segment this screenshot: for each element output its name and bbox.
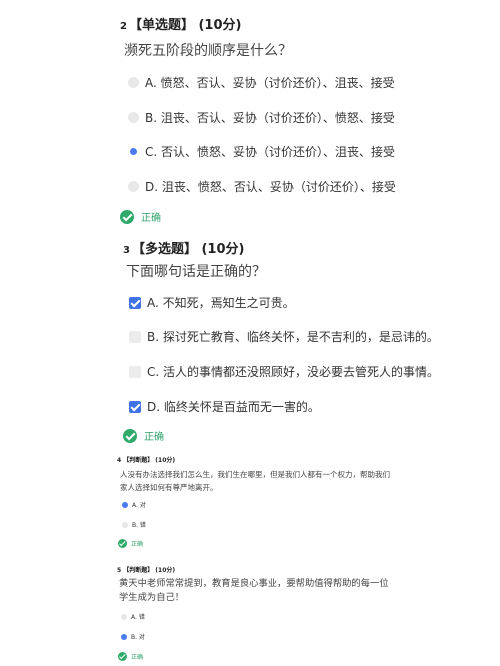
- option-label: D. 临终关怀是百益而无一害的。: [147, 400, 320, 414]
- answer-result: 正确: [123, 428, 164, 443]
- question-title: 黄天中老师常常提到，教育是良心事业，要帮助值得帮助的每一位学生成为自己！: [119, 578, 389, 603]
- option-b[interactable]: B. 对: [121, 632, 145, 641]
- checkbox-icon[interactable]: [129, 365, 141, 378]
- result-label: 正确: [131, 654, 144, 661]
- result-label: 正确: [144, 432, 164, 443]
- option-b[interactable]: B. 沮丧、否认、妥协（讨价还价）、愤怒、接受: [128, 109, 395, 126]
- radio-selected-icon[interactable]: [122, 501, 128, 508]
- result-label: 正确: [141, 213, 161, 224]
- radio-icon[interactable]: [128, 181, 139, 192]
- answer-result: 正确: [120, 209, 161, 224]
- option-a[interactable]: A. 错: [121, 612, 145, 621]
- check-circle-icon: [120, 209, 134, 224]
- radio-icon[interactable]: [128, 112, 139, 123]
- checkbox-icon[interactable]: [129, 330, 141, 343]
- question-type: 【多选题】 (10分): [131, 242, 245, 257]
- option-label: B. 探讨死亡教育、临终关怀，是不吉利的，是忌讳的。: [147, 330, 439, 344]
- answer-result: 正确: [118, 539, 143, 548]
- option-a[interactable]: A. 对: [122, 500, 146, 509]
- question-number: 5: [117, 567, 122, 574]
- option-label: B. 错: [132, 522, 146, 529]
- radio-selected-icon[interactable]: [121, 633, 127, 640]
- question-type: 【单选题】 (10分): [128, 18, 242, 33]
- option-label: A. 错: [131, 614, 145, 621]
- question-type: 【判断题】 (10分): [123, 567, 176, 574]
- answer-result: 正确: [118, 652, 143, 661]
- question-5-header: 5 【判断题】 (10分): [117, 565, 175, 574]
- question-title: 人没有办法选择我们怎么生，我们生在哪里，但是我们人都有一个权力，帮助我们家人选择…: [120, 470, 390, 492]
- question-type: 【判断题】 (10分): [123, 457, 176, 464]
- option-label: C. 否认、愤怒、妥协（讨价还价）、沮丧、接受: [145, 145, 396, 159]
- option-label: A. 对: [132, 502, 146, 509]
- question-3-header: 3 【多选题】 (10分): [123, 238, 244, 257]
- radio-icon[interactable]: [128, 77, 139, 88]
- option-c[interactable]: C. 否认、愤怒、妥协（讨价还价）、沮丧、接受: [128, 143, 395, 160]
- option-b[interactable]: B. 探讨死亡教育、临终关怀，是不吉利的，是忌讳的。: [129, 328, 439, 345]
- check-circle-icon: [118, 539, 127, 548]
- question-number: 4: [117, 457, 122, 464]
- option-label: C. 活人的事情都还没照顾好，没必要去管死人的事情。: [147, 365, 440, 379]
- question-number: 2: [120, 21, 127, 32]
- option-a[interactable]: A. 不知死，焉知生之可贵。: [129, 294, 295, 311]
- question-4-header: 4 【判断题】 (10分): [117, 455, 175, 464]
- check-circle-icon: [123, 428, 137, 443]
- radio-icon[interactable]: [121, 613, 127, 620]
- question-number: 3: [123, 245, 130, 256]
- radio-selected-icon[interactable]: [128, 146, 139, 157]
- radio-icon[interactable]: [122, 521, 128, 528]
- option-label: A. 愤怒、否认、妥协（讨价还价）、沮丧、接受: [145, 76, 395, 90]
- option-a[interactable]: A. 愤怒、否认、妥协（讨价还价）、沮丧、接受: [128, 74, 395, 91]
- option-label: A. 不知死，焉知生之可贵。: [147, 296, 295, 310]
- question-title: 下面哪句话是正确的？: [126, 264, 266, 280]
- question-title: 濒死五阶段的顺序是什么？: [124, 43, 292, 59]
- option-d[interactable]: D. 沮丧、愤怒、否认、妥协（讨价还价）、接受: [128, 178, 396, 195]
- question-2-header: 2 【单选题】 (10分): [120, 14, 241, 33]
- option-b[interactable]: B. 错: [122, 520, 146, 529]
- result-label: 正确: [131, 541, 144, 548]
- check-circle-icon: [118, 652, 127, 661]
- checkbox-checked-icon[interactable]: [129, 296, 141, 309]
- option-label: B. 沮丧、否认、妥协（讨价还价）、愤怒、接受: [145, 111, 395, 125]
- checkbox-checked-icon[interactable]: [129, 400, 141, 413]
- option-d[interactable]: D. 临终关怀是百益而无一害的。: [129, 398, 320, 415]
- option-label: B. 对: [131, 634, 145, 641]
- option-c[interactable]: C. 活人的事情都还没照顾好，没必要去管死人的事情。: [129, 363, 439, 380]
- option-label: D. 沮丧、愤怒、否认、妥协（讨价还价）、接受: [145, 180, 396, 194]
